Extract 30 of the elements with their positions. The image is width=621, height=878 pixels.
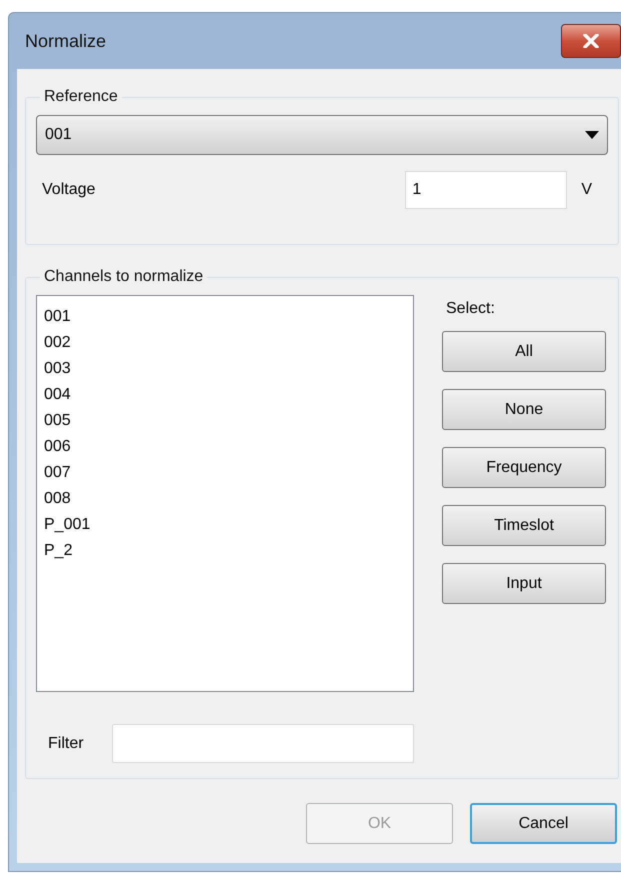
channel-item[interactable]: P_2 xyxy=(44,538,72,564)
group-label: Channels to normalize xyxy=(43,267,204,287)
select-button[interactable]: None xyxy=(442,389,606,430)
filter-field[interactable] xyxy=(112,724,414,763)
channel-item[interactable]: P_001 xyxy=(44,512,90,538)
channel-item[interactable]: 004 xyxy=(44,382,71,408)
reference-dropdown[interactable]: 001 xyxy=(36,115,608,155)
close-button[interactable] xyxy=(561,24,621,58)
dropdown-caret-icon xyxy=(585,131,599,139)
cancel-button[interactable]: Cancel xyxy=(470,803,617,844)
channel-item[interactable]: 007 xyxy=(44,460,71,486)
channel-item[interactable]: 002 xyxy=(44,330,71,356)
select-button[interactable]: All xyxy=(442,331,606,372)
group-label: Reference xyxy=(43,87,119,107)
filter-label: Filter xyxy=(48,734,85,754)
channel-item[interactable]: 001 xyxy=(44,304,71,330)
unit-label: V xyxy=(581,180,592,200)
window-title: Normalize xyxy=(25,30,106,52)
channel-item[interactable]: 005 xyxy=(44,408,71,434)
select-label: Select: xyxy=(446,299,496,319)
voltage-field[interactable]: 1 xyxy=(405,171,568,209)
channel-item[interactable]: 008 xyxy=(44,486,71,512)
channel-item[interactable]: 006 xyxy=(44,434,71,460)
select-button[interactable]: Timeslot xyxy=(442,505,606,546)
voltage-label: Voltage xyxy=(42,180,96,200)
select-button[interactable]: Input xyxy=(442,563,606,604)
close-icon xyxy=(583,34,599,48)
channel-item[interactable]: 003 xyxy=(44,356,71,382)
channel-list[interactable]: 001 002 003 004 005 006 007 008 P_001 P_2 xyxy=(36,295,414,692)
select-button[interactable]: Frequency xyxy=(442,447,606,488)
